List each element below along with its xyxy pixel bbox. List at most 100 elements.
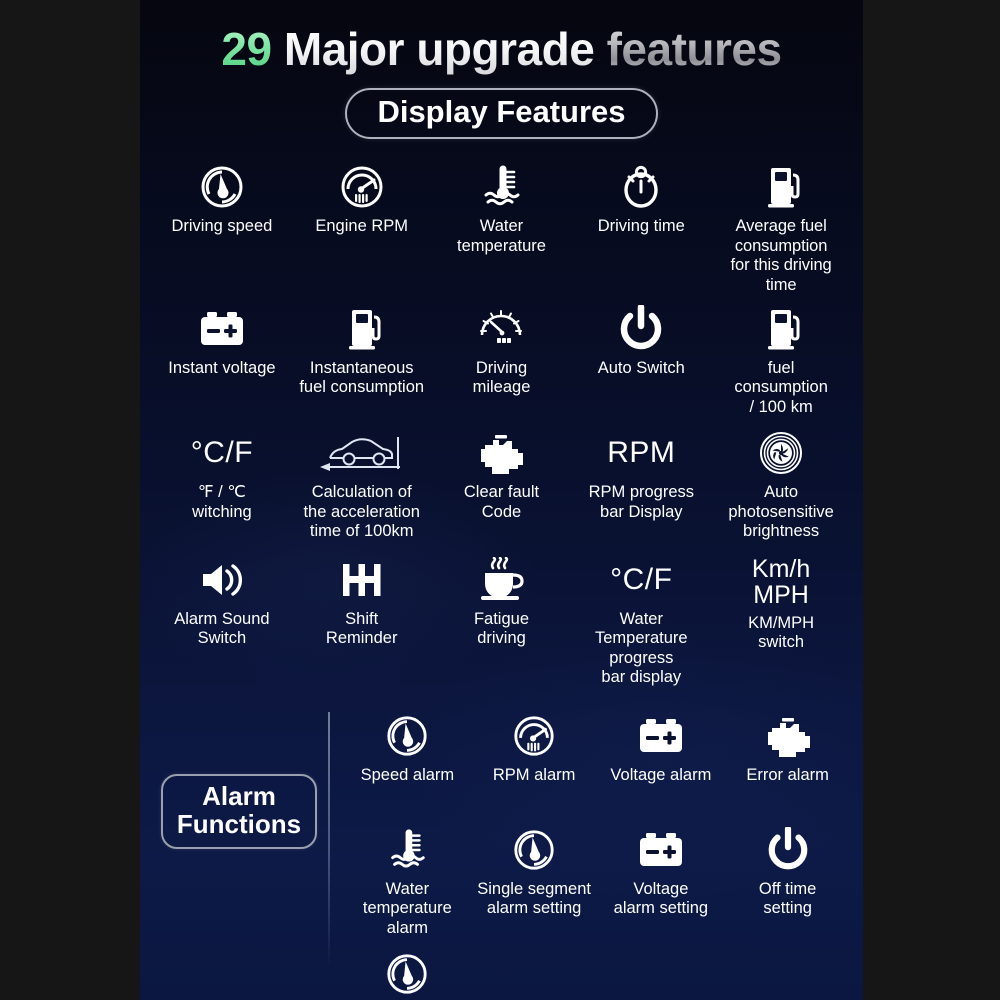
fuel-pump-icon xyxy=(757,303,805,355)
feature-label: Fatigue driving xyxy=(473,609,530,648)
engine-block-icon xyxy=(762,710,814,762)
speedometer-gauge-icon xyxy=(384,948,430,1000)
feature-item[interactable]: Driving speed xyxy=(152,157,292,297)
speedometer-gauge-icon xyxy=(384,710,430,762)
turbine-light-sensor-icon xyxy=(757,427,805,479)
alarm-label: RPM alarm xyxy=(492,765,576,784)
alarm-functions-badge: Alarm Functions xyxy=(160,773,318,849)
feature-label: ℉ / ℃ witching xyxy=(192,483,252,521)
feature-item[interactable]: Engine RPM xyxy=(292,157,432,297)
alarm-functions-section: Alarm Functions Speed alarm RPM alarm Vo… xyxy=(140,706,863,1000)
speaker-sound-icon xyxy=(197,554,247,606)
feature-item[interactable]: Alarm Sound Switch xyxy=(152,550,292,690)
feature-item[interactable]: Auto Switch xyxy=(571,299,711,419)
temperature-unit-text-icon: °C/F xyxy=(610,554,672,606)
temperature-unit-text-icon: °C/F xyxy=(191,427,253,479)
feature-count: 29 xyxy=(221,23,272,75)
car-battery-icon xyxy=(635,710,687,762)
feature-item[interactable]: Average fuel consumption for this drivin… xyxy=(711,157,851,297)
temperature-unit-text: °C/F xyxy=(610,562,673,596)
feature-label: Driving speed xyxy=(171,217,273,236)
feature-label: Shift Reminder xyxy=(325,609,398,648)
feature-item[interactable]: Shift Reminder xyxy=(292,550,432,690)
alarm-item[interactable]: Speed alarm xyxy=(344,706,471,816)
display-features-badge: Display Features xyxy=(345,88,658,140)
feature-label: Instantaneous fuel consumption xyxy=(299,358,425,397)
feature-label: fuel consumption / 100 km xyxy=(734,358,828,416)
speed-unit-text: Km/h MPH xyxy=(751,554,811,609)
feature-item[interactable]: Clear fault Code xyxy=(432,423,572,543)
speedometer-gauge-icon xyxy=(198,161,246,213)
feature-item[interactable]: Fatigue driving xyxy=(432,550,572,690)
water-thermometer-icon xyxy=(384,824,430,876)
rpm-text: RPM xyxy=(607,436,676,470)
tachometer-rpm-icon xyxy=(511,710,557,762)
feature-item[interactable]: Instantaneous fuel consumption xyxy=(292,299,432,419)
gear-shift-icon xyxy=(337,554,387,606)
feature-item[interactable]: Water temperature xyxy=(432,157,572,297)
feature-item[interactable]: Driving mileage xyxy=(432,299,572,419)
poster-panel: 29 Major upgrade features Display Featur… xyxy=(140,0,863,1000)
car-battery-icon xyxy=(196,303,248,355)
fuel-pump-icon xyxy=(338,303,386,355)
power-button-icon xyxy=(766,824,810,876)
alarm-label: Water temperature alarm xyxy=(362,879,452,937)
alarm-item[interactable]: 4-segment alarm setting xyxy=(344,944,471,1000)
alarm-item[interactable]: Voltage alarm xyxy=(598,706,725,816)
feature-label: Alarm Sound Switch xyxy=(174,609,270,648)
feature-item[interactable]: °C/F Water Temperature progress bar disp… xyxy=(571,550,711,690)
odometer-dial-icon xyxy=(477,303,525,355)
feature-label: Clear fault Code xyxy=(463,483,540,521)
engine-block-icon xyxy=(475,427,527,479)
car-battery-icon xyxy=(635,824,687,876)
alarm-item[interactable]: Off time setting xyxy=(724,820,851,940)
alarm-item[interactable]: Water temperature alarm xyxy=(344,820,471,940)
feature-label: Engine RPM xyxy=(315,217,409,236)
feature-item[interactable]: RPM RPM progress bar Display xyxy=(571,423,711,543)
feature-label: Water temperature xyxy=(457,217,546,255)
water-thermometer-icon xyxy=(477,161,525,213)
power-button-icon xyxy=(618,303,664,355)
feature-item[interactable]: Driving time xyxy=(571,157,711,297)
feature-label: Average fuel consumption for this drivin… xyxy=(730,217,832,294)
feature-item[interactable]: Auto photosensitive brightness xyxy=(711,423,851,543)
feature-label: Auto photosensitive brightness xyxy=(728,483,834,541)
title-accent: features xyxy=(606,23,782,75)
alarm-label: Voltage alarm setting xyxy=(613,879,709,918)
alarm-item[interactable]: Error alarm xyxy=(724,706,851,816)
fuel-pump-icon xyxy=(757,161,805,213)
feature-item[interactable]: Km/h MPH KM/MPH switch xyxy=(711,550,851,690)
alarm-badge-column: Alarm Functions xyxy=(150,706,328,1000)
alarm-label: Speed alarm xyxy=(360,765,455,784)
coffee-cup-icon xyxy=(476,554,526,606)
car-acceleration-icon xyxy=(316,427,408,479)
feature-label: Driving time xyxy=(597,217,685,236)
feature-item[interactable]: Instant voltage xyxy=(152,299,292,419)
alarm-item[interactable]: Single segment alarm setting xyxy=(471,820,598,940)
feature-label: Calculation of the acceleration time of … xyxy=(303,483,420,541)
title-main: Major upgrade xyxy=(283,23,595,75)
display-features-row-4: Alarm Sound Switch Shift Reminder Fatigu… xyxy=(140,550,863,690)
feature-item[interactable]: °C/F ℉ / ℃ witching xyxy=(152,423,292,543)
alarm-label: Voltage alarm xyxy=(610,765,712,784)
display-features-row-1: Driving speed Engine RPM Water temperatu… xyxy=(140,157,863,297)
rpm-text-icon: RPM xyxy=(607,427,675,479)
display-features-row-2: Instant voltage Instantaneous fuel consu… xyxy=(140,299,863,419)
feature-label: Water Temperature progress bar display xyxy=(594,609,688,687)
alarm-item[interactable]: RPM alarm xyxy=(471,706,598,816)
alarm-label: Error alarm xyxy=(746,765,829,784)
alarm-functions-grid: Speed alarm RPM alarm Voltage alarm Erro… xyxy=(330,706,851,1000)
display-features-row-3: °C/F ℉ / ℃ witching Calculation of the a… xyxy=(140,423,863,543)
feature-item[interactable]: fuel consumption / 100 km xyxy=(711,299,851,419)
feature-label: Instant voltage xyxy=(168,358,276,377)
speed-unit-text-icon: Km/h MPH xyxy=(752,554,810,610)
feature-item[interactable]: Calculation of the acceleration time of … xyxy=(292,423,432,543)
page-title: 29 Major upgrade features xyxy=(140,0,863,76)
feature-label: Auto Switch xyxy=(597,358,685,377)
alarm-item[interactable]: Voltage alarm setting xyxy=(598,820,725,940)
feature-label: Driving mileage xyxy=(472,358,531,397)
feature-label: KM/MPH switch xyxy=(748,613,815,652)
tachometer-rpm-icon xyxy=(338,161,386,213)
feature-label: RPM progress bar Display xyxy=(588,483,695,521)
alarm-label: Single segment alarm setting xyxy=(477,879,591,918)
